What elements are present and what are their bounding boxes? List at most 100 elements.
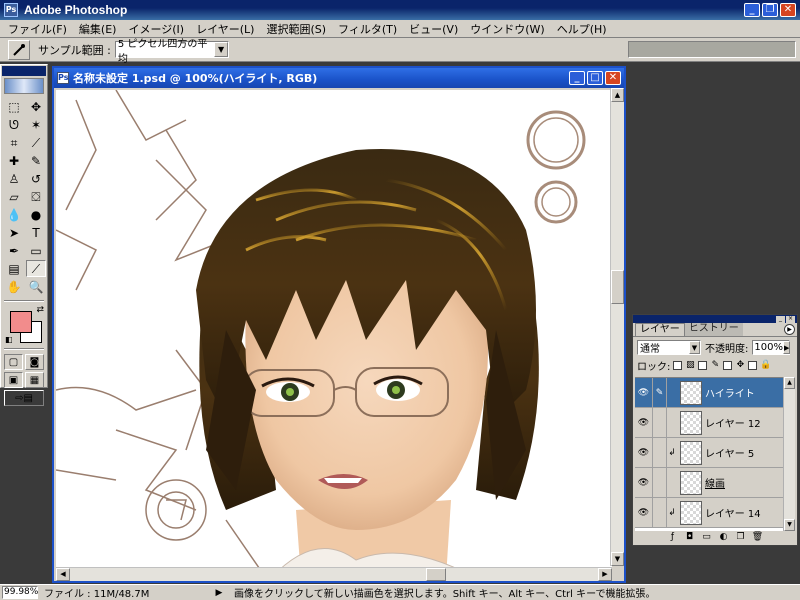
layer-mask-icon[interactable]: ◘: [683, 532, 697, 544]
vertical-scrollbar[interactable]: ▲ ▼: [610, 88, 624, 566]
doc-minimize-button[interactable]: _: [569, 71, 585, 85]
menu-file[interactable]: ファイル(F): [2, 21, 73, 37]
trash-icon[interactable]: 🗑: [751, 532, 765, 544]
lock-image-checkbox[interactable]: [698, 360, 708, 370]
eye-icon[interactable]: 👁: [635, 378, 653, 407]
jump-to-imageready-icon[interactable]: ⇨▤: [4, 390, 44, 406]
full-screen-menu-icon[interactable]: ▦: [25, 372, 44, 388]
maximize-button[interactable]: ❐: [762, 3, 778, 17]
quickmask-mode-icon[interactable]: ◙: [25, 354, 44, 370]
eraser-tool-icon[interactable]: ▱: [4, 188, 24, 205]
menu-edit[interactable]: 編集(E): [73, 21, 123, 37]
layer-style-icon[interactable]: ƒ: [666, 532, 680, 544]
path-selection-tool-icon[interactable]: ➤: [4, 224, 24, 241]
zoom-level-field[interactable]: 99.98%: [2, 586, 38, 599]
adjustment-layer-icon[interactable]: ◐: [717, 532, 731, 544]
toolbox-divider: [4, 348, 44, 350]
eye-icon[interactable]: 👁: [635, 498, 653, 527]
clone-stamp-tool-icon[interactable]: ♙: [4, 170, 24, 187]
layer-row[interactable]: 👁 ↲ レイヤー 14: [635, 498, 783, 528]
layer-row[interactable]: 👁 線画: [635, 468, 783, 498]
lasso-tool-icon[interactable]: ᘎ: [4, 116, 24, 133]
doc-maximize-button[interactable]: □: [587, 71, 603, 85]
layer-list-scrollbar[interactable]: ▲ ▼: [783, 377, 795, 531]
layer-row[interactable]: 👁 レイヤー 12: [635, 408, 783, 438]
history-brush-tool-icon[interactable]: ↺: [26, 170, 46, 187]
eye-icon[interactable]: 👁: [635, 408, 653, 437]
horizontal-scroll-thumb[interactable]: [426, 568, 446, 581]
scroll-left-arrow-icon[interactable]: ◀: [56, 568, 70, 581]
opacity-slider-icon[interactable]: ▶: [782, 340, 791, 354]
link-slot[interactable]: [653, 408, 667, 437]
link-slot[interactable]: [653, 438, 667, 467]
menu-window[interactable]: ウインドウ(W): [464, 21, 550, 37]
palette-menu-icon[interactable]: ▶: [784, 324, 795, 335]
lock-all-checkbox[interactable]: [748, 360, 758, 370]
close-button[interactable]: ✕: [780, 3, 796, 17]
menu-view[interactable]: ビュー(V): [403, 21, 464, 37]
palette-minimize-button[interactable]: _: [776, 315, 785, 323]
scroll-up-arrow-icon[interactable]: ▲: [611, 88, 624, 102]
eyedropper-tool-icon[interactable]: ⟋: [26, 260, 46, 277]
horizontal-scrollbar[interactable]: ◀ ▶: [56, 567, 612, 581]
lock-position-checkbox[interactable]: [723, 360, 733, 370]
toolbox-titlebar[interactable]: [2, 66, 46, 76]
dodge-tool-icon[interactable]: ●: [26, 206, 46, 223]
menu-help[interactable]: ヘルプ(H): [551, 21, 613, 37]
scroll-down-arrow-icon[interactable]: ▼: [784, 519, 795, 531]
healing-brush-tool-icon[interactable]: ✚: [4, 152, 24, 169]
palette-titlebar[interactable]: _ ×: [633, 315, 797, 323]
default-colors-icon[interactable]: ◧: [5, 335, 13, 344]
eye-icon[interactable]: 👁: [635, 468, 653, 497]
transparency-lock-icon: ▨: [686, 360, 695, 370]
scroll-down-arrow-icon[interactable]: ▼: [611, 552, 624, 566]
blur-tool-icon[interactable]: 💧: [4, 206, 24, 223]
opacity-input[interactable]: 100% ▶: [752, 339, 791, 355]
rectangle-tool-icon[interactable]: ▭: [26, 242, 46, 259]
opacity-value: 100%: [754, 341, 783, 353]
tool-preset-picker[interactable]: [8, 39, 30, 60]
link-slot[interactable]: [653, 498, 667, 527]
magic-wand-tool-icon[interactable]: ✶: [26, 116, 46, 133]
zoom-tool-icon[interactable]: 🔍: [26, 278, 46, 295]
new-set-icon[interactable]: ▭: [700, 532, 714, 544]
menu-select[interactable]: 選択範囲(S): [260, 21, 332, 37]
new-layer-icon[interactable]: ❐: [734, 532, 748, 544]
link-slot[interactable]: [653, 468, 667, 497]
pen-tool-icon[interactable]: ✒: [4, 242, 24, 259]
type-tool-icon[interactable]: T: [26, 224, 46, 241]
tab-layers[interactable]: レイヤー: [635, 323, 685, 336]
marquee-tool-icon[interactable]: ⬚: [4, 98, 24, 115]
layer-row[interactable]: 👁 ✎ ハイライト: [635, 378, 783, 408]
swap-colors-icon[interactable]: ⇄: [36, 305, 44, 315]
hand-tool-icon[interactable]: ✋: [4, 278, 24, 295]
document-titlebar[interactable]: Ps 名称未設定 1.psd @ 100%(ハイライト, RGB) _ □ ✕: [54, 68, 624, 88]
scroll-right-arrow-icon[interactable]: ▶: [598, 568, 612, 581]
vertical-scroll-thumb[interactable]: [611, 270, 624, 304]
brush-tool-icon[interactable]: ✎: [26, 152, 46, 169]
sample-size-select[interactable]: 5 ピクセル四方の平均 ▼: [114, 39, 229, 65]
lock-transparency-checkbox[interactable]: [673, 360, 683, 370]
paint-bucket-tool-icon[interactable]: ⛋: [26, 188, 46, 205]
scroll-up-arrow-icon[interactable]: ▲: [784, 377, 795, 389]
adobe-online-button[interactable]: [4, 78, 44, 94]
standard-screen-icon[interactable]: ▣: [4, 372, 23, 388]
status-menu-icon[interactable]: ▶: [204, 588, 234, 598]
layer-row[interactable]: 👁 ↲ レイヤー 5: [635, 438, 783, 468]
crop-tool-icon[interactable]: ⌗: [4, 134, 24, 151]
eye-icon[interactable]: 👁: [635, 438, 653, 467]
palette-well[interactable]: [628, 41, 796, 58]
clipping-mask-icon: ↲: [668, 507, 676, 518]
image-canvas[interactable]: [56, 90, 612, 578]
slice-tool-icon[interactable]: ⟋: [26, 134, 46, 151]
menu-filter[interactable]: フィルタ(T): [332, 21, 403, 37]
minimize-button[interactable]: _: [744, 3, 760, 17]
notes-tool-icon[interactable]: ▤: [4, 260, 24, 277]
move-tool-icon[interactable]: ✥: [26, 98, 46, 115]
blend-mode-select[interactable]: 通常 ▼: [637, 339, 701, 355]
tab-history[interactable]: ヒストリー: [684, 323, 743, 336]
foreground-color-swatch[interactable]: [10, 311, 32, 333]
palette-close-button[interactable]: ×: [786, 315, 795, 323]
standard-mode-icon[interactable]: ▢: [4, 354, 23, 370]
doc-close-button[interactable]: ✕: [605, 71, 621, 85]
